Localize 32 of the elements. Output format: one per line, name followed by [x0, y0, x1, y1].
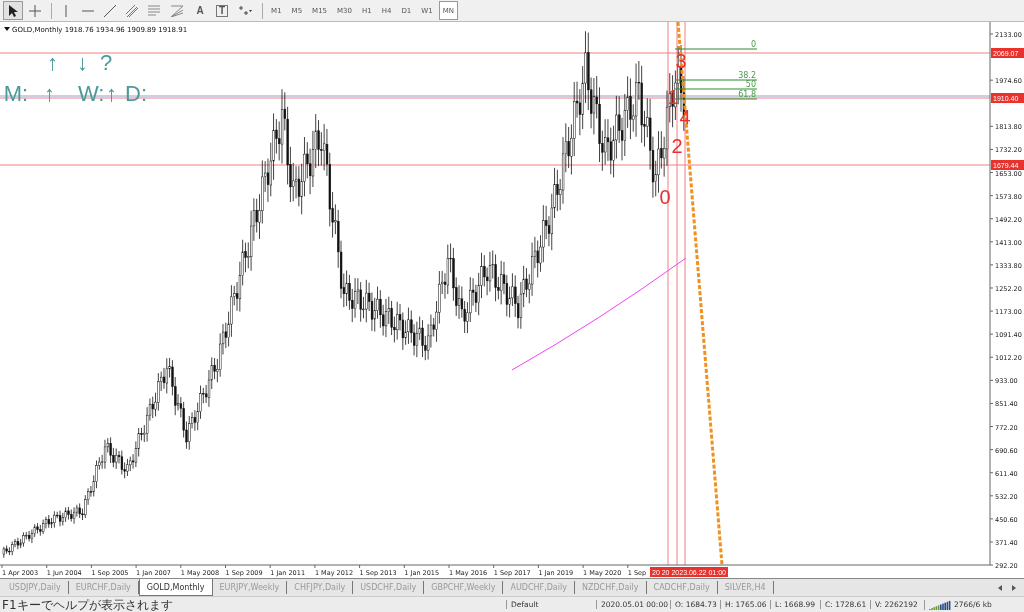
- cursor-icon: [8, 4, 18, 17]
- cursor-tool-button[interactable]: [3, 1, 23, 20]
- fibonacci-level-label: 50: [745, 80, 756, 89]
- signal-text: ↓: [77, 50, 88, 75]
- fibonacci-level-label: 38.2: [738, 71, 756, 80]
- channel-icon: [126, 4, 138, 17]
- fibonacci-icon: [148, 4, 161, 17]
- wave-label: 0: [659, 186, 671, 208]
- fibonacci-level-label: 61.8: [738, 90, 756, 99]
- chart-tab[interactable]: GOLD,Monthly: [138, 579, 213, 596]
- scroll-right-icon[interactable]: [1010, 583, 1018, 592]
- vertical-line-icon: [64, 4, 68, 17]
- crosshair-icon: [29, 4, 41, 17]
- signal-text: ?: [100, 50, 113, 75]
- dropdown-icon[interactable]: [4, 27, 10, 31]
- wave-label: 2: [671, 135, 683, 157]
- signal-text: D:: [125, 81, 147, 106]
- connection-bars-icon: [929, 599, 951, 610]
- label-tool-button[interactable]: T: [212, 1, 233, 20]
- fibonacci-fan-icon: [171, 4, 184, 17]
- signal-text: W:: [78, 81, 105, 106]
- signal-text: ↑: [106, 81, 117, 106]
- status-help-text: F1キーでヘルプが表示されます: [1, 597, 174, 612]
- signal-text: ↑: [44, 81, 55, 106]
- signal-text: ↑: [47, 50, 58, 75]
- horizontal-line-icon: [82, 8, 94, 13]
- text-tool-button[interactable]: A: [190, 1, 210, 20]
- arrows-icon: [238, 4, 253, 17]
- signal-text: M:: [3, 81, 29, 106]
- trend-line-icon: [104, 4, 116, 17]
- fibonacci-level-label: 0: [750, 40, 756, 49]
- scroll-left-icon[interactable]: [996, 583, 1004, 592]
